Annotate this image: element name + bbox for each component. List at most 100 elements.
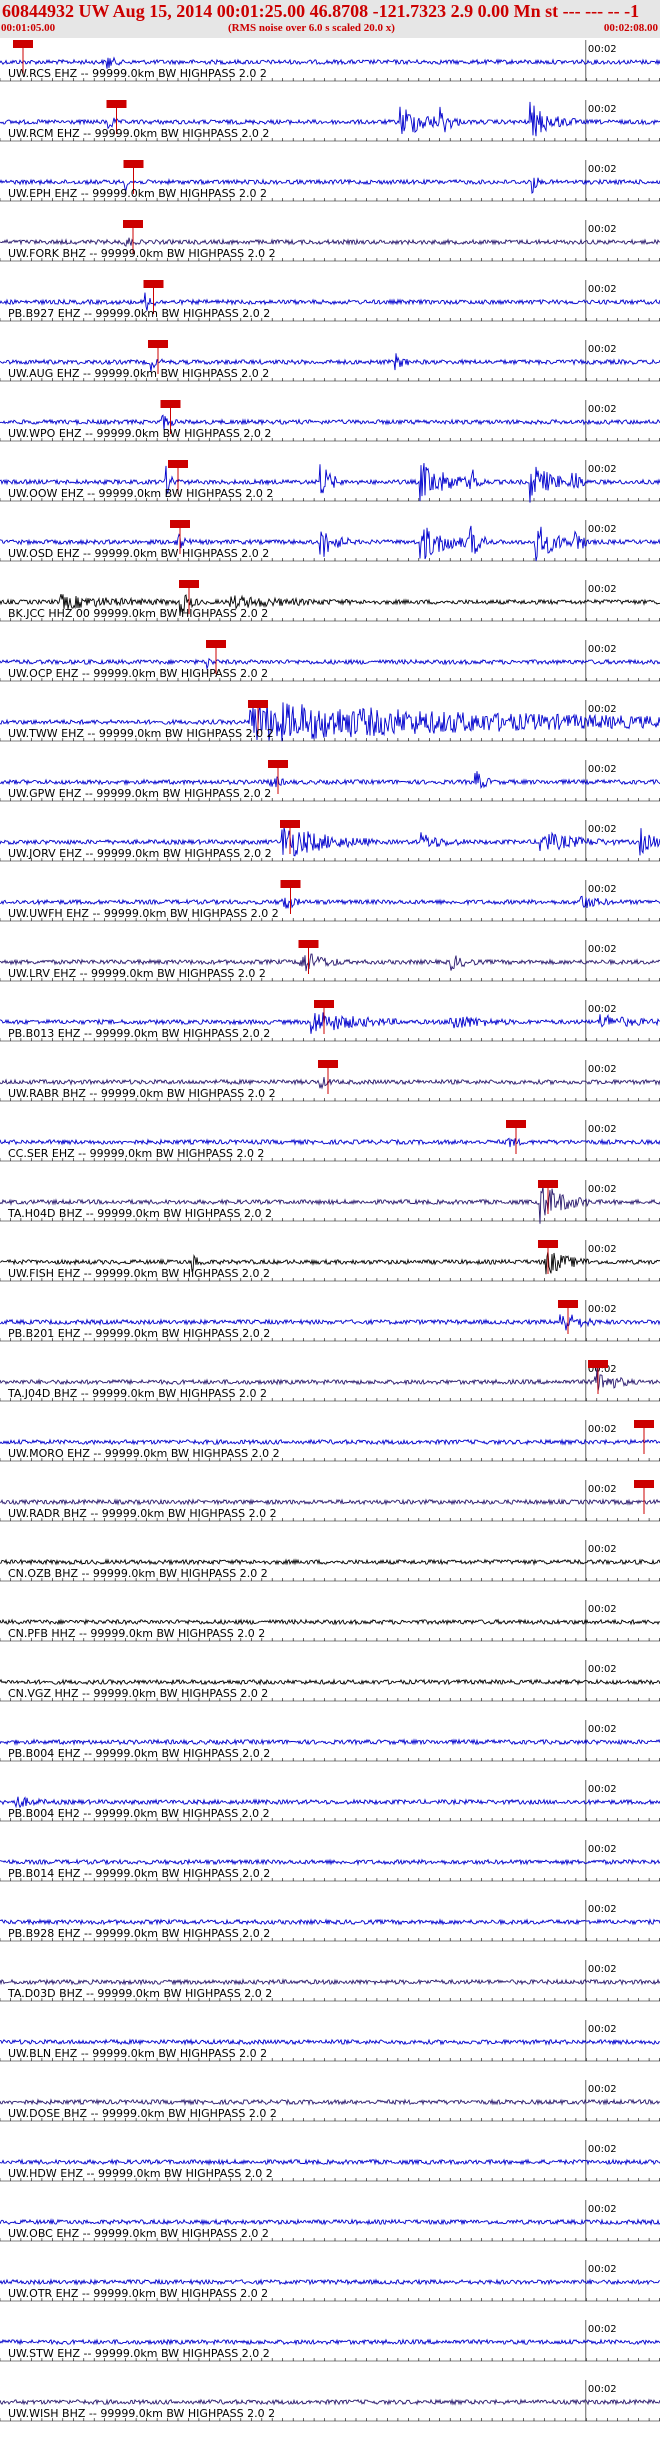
waveform-25 (0, 1558, 660, 1566)
channel-label: UW.LRV EHZ -- 99999.0km BW HIGHPASS 2.0 … (8, 967, 266, 980)
minute-label: 00:02 (588, 524, 617, 535)
channel-label: UW.JORV EHZ -- 99999.0km BW HIGHPASS 2.0… (8, 847, 272, 860)
waveform-3 (0, 237, 660, 247)
channel-label: PB.B004 EHZ -- 99999.0km BW HIGHPASS 2.0… (8, 1747, 270, 1760)
waveform-12 (0, 771, 660, 790)
waveform-34 (0, 2098, 660, 2106)
minute-label: 00:02 (588, 1124, 617, 1135)
channel-label: UW.RABR BHZ -- 99999.0km BW HIGHPASS 2.0… (8, 1087, 276, 1100)
minute-label: 00:02 (588, 1844, 617, 1855)
pick-box (248, 700, 268, 708)
minute-label: 00:02 (588, 2144, 617, 2155)
channel-label: CN.PFB HHZ -- 99999.0km BW HIGHPASS 2.0 … (8, 1627, 265, 1640)
channel-label: UW.EPH EHZ -- 99999.0km BW HIGHPASS 2.0 … (8, 187, 267, 200)
minute-label: 00:02 (588, 44, 617, 55)
waveform-23 (0, 1438, 660, 1446)
channel-label: UW.OOW EHZ -- 99999.0km BW HIGHPASS 2.0 … (8, 487, 273, 500)
waveform-32 (0, 1978, 660, 1986)
channel-label: UW.FISH EHZ -- 99999.0km BW HIGHPASS 2.0… (8, 1267, 270, 1280)
pick-box (179, 580, 199, 588)
channel-label: PB.B014 EHZ -- 99999.0km BW HIGHPASS 2.0… (8, 1867, 270, 1880)
channel-label: UW.FORK BHZ -- 99999.0km BW HIGHPASS 2.0… (8, 247, 276, 260)
channel-label: UW.OSD EHZ -- 99999.0km BW HIGHPASS 2.0 … (8, 547, 269, 560)
pick-box (280, 880, 301, 888)
pick-box (268, 760, 288, 768)
channel-label: PB.B004 EH2 -- 99999.0km BW HIGHPASS 2.0… (8, 1807, 270, 1820)
channel-label: UW.OBC EHZ -- 99999.0km BW HIGHPASS 2.0 … (8, 2227, 269, 2240)
start-time: 00:01:05.00 (1, 22, 56, 34)
pick-box (538, 1180, 558, 1188)
event-title: 60844932 UW Aug 15, 2014 00:01:25.00 46.… (2, 1, 640, 21)
minute-label: 00:02 (588, 1664, 617, 1675)
pick-box (318, 1060, 338, 1068)
minute-label: 00:02 (588, 1964, 617, 1975)
pick-box (123, 160, 144, 168)
end-time: 00:02:08.00 (603, 22, 658, 34)
pick-box (206, 640, 226, 648)
pick-box (588, 1360, 608, 1368)
minute-label: 00:02 (588, 1904, 617, 1915)
minute-label: 00:02 (588, 824, 617, 835)
channel-label: CC.SER EHZ -- 99999.0km BW HIGHPASS 2.0 … (8, 1147, 264, 1160)
channel-label: PB.B928 EHZ -- 99999.0km BW HIGHPASS 2.0… (8, 1927, 270, 1940)
channel-label: UW.DOSE BHZ -- 99999.0km BW HIGHPASS 2.0… (8, 2107, 277, 2120)
channel-label: UW.WPO EHZ -- 99999.0km BW HIGHPASS 2.0 … (8, 427, 271, 440)
pick-box (558, 1300, 578, 1308)
channel-label: UW.RADR BHZ -- 99999.0km BW HIGHPASS 2.0… (8, 1507, 277, 1520)
waveform-24 (0, 1498, 660, 1506)
channel-label: UW.RCM EHZ -- 99999.0km BW HIGHPASS 2.0 … (8, 127, 269, 140)
minute-label: 00:02 (588, 284, 617, 295)
pick-box (634, 1420, 654, 1428)
minute-label: 00:02 (588, 1424, 617, 1435)
waveform-37 (0, 2278, 660, 2286)
minute-label: 00:02 (588, 2084, 617, 2095)
minute-label: 00:02 (588, 1304, 617, 1315)
channel-label: CN.VGZ HHZ -- 99999.0km BW HIGHPASS 2.0 … (8, 1687, 268, 1700)
pick-box (280, 820, 300, 828)
minute-label: 00:02 (588, 104, 617, 115)
channel-label: PB.B013 EHZ -- 99999.0km BW HIGHPASS 2.0… (8, 1027, 270, 1040)
minute-label: 00:02 (588, 2024, 617, 2035)
header-bar: 60844932 UW Aug 15, 2014 00:01:25.00 46.… (0, 0, 660, 38)
minute-label: 00:02 (588, 1724, 617, 1735)
channel-label: BK.JCC HHZ 00 99999.0km BW HIGHPASS 2.0 … (8, 607, 268, 620)
waveform-33 (0, 2038, 660, 2046)
minute-label: 00:02 (588, 1784, 617, 1795)
waveform-38 (0, 2338, 660, 2346)
channel-label: UW.OTR EHZ -- 99999.0km BW HIGHPASS 2.0 … (8, 2287, 268, 2300)
pick-box (148, 340, 168, 348)
pick-box (123, 220, 143, 228)
noise-note: (RMS noise over 6.0 s scaled 20.0 x) (228, 22, 395, 34)
minute-label: 00:02 (588, 884, 617, 895)
minute-label: 00:02 (588, 644, 617, 655)
minute-label: 00:02 (588, 704, 617, 715)
minute-label: 00:02 (588, 344, 617, 355)
minute-label: 00:02 (588, 2204, 617, 2215)
pick-box (298, 940, 319, 948)
waveform-30 (0, 1858, 660, 1866)
pick-box (160, 400, 181, 408)
waveform-31 (0, 1918, 660, 1926)
minute-label: 00:02 (588, 764, 617, 775)
pick-box (170, 520, 190, 528)
minute-label: 00:02 (588, 164, 617, 175)
channel-label: UW.OCP EHZ -- 99999.0km BW HIGHPASS 2.0 … (8, 667, 268, 680)
minute-label: 00:02 (588, 1604, 617, 1615)
pick-box (13, 40, 33, 48)
channel-label: CN.OZB BHZ -- 99999.0km BW HIGHPASS 2.0 … (8, 1567, 268, 1580)
waveform-29 (0, 1796, 660, 1809)
pick-box (538, 1240, 558, 1248)
minute-label: 00:02 (588, 1184, 617, 1195)
waveform-39 (0, 2398, 660, 2406)
minute-label: 00:02 (588, 2264, 617, 2275)
pick-box (314, 1000, 334, 1008)
waveform-18 (0, 1137, 660, 1148)
channel-label: UW.UWFH EHZ -- 99999.0km BW HIGHPASS 2.0… (8, 907, 279, 920)
channel-label: UW.GPW EHZ -- 99999.0km BW HIGHPASS 2.0 … (8, 787, 271, 800)
channel-label: UW.MORO EHZ -- 99999.0km BW HIGHPASS 2.0… (8, 1447, 280, 1460)
waveform-36 (0, 2218, 660, 2226)
minute-label: 00:02 (588, 224, 617, 235)
channel-label: TA.D03D BHZ -- 99999.0km BW HIGHPASS 2.0… (7, 1987, 272, 2000)
minute-label: 00:02 (588, 1244, 617, 1255)
channel-label: UW.AUG EHZ -- 99999.0km BW HIGHPASS 2.0 … (8, 367, 269, 380)
